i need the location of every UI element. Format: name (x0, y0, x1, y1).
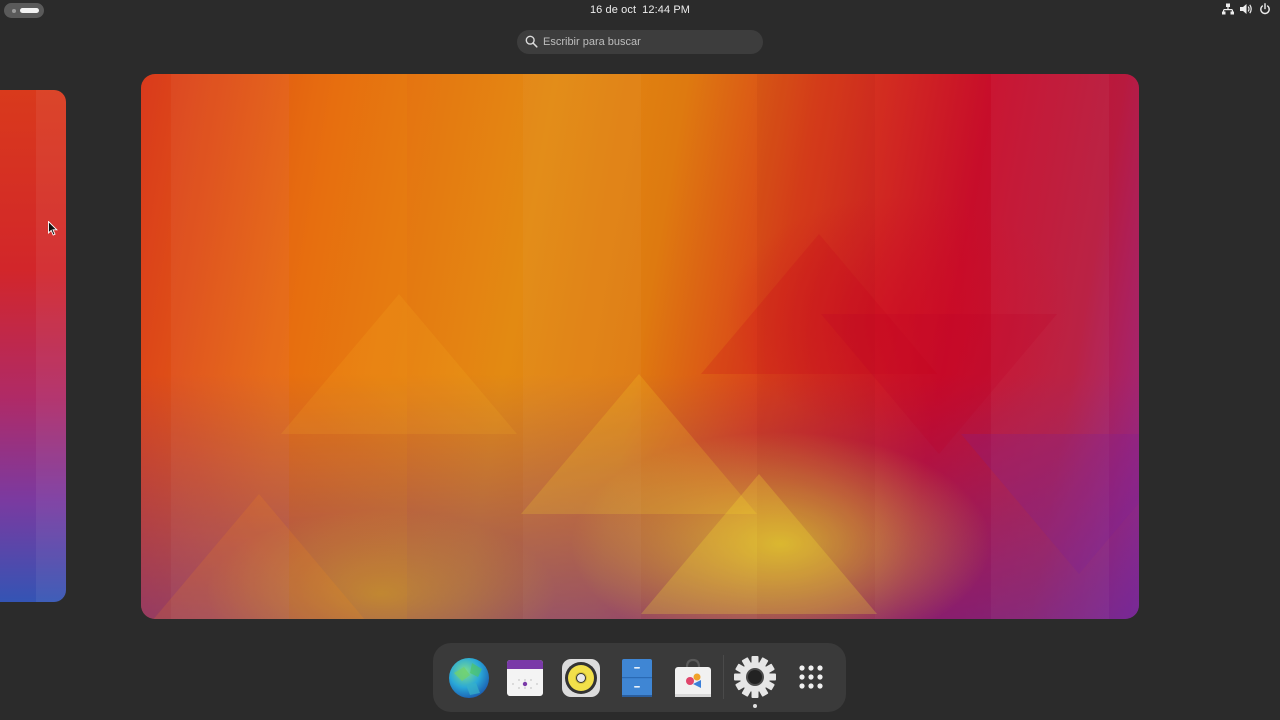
globe-icon (446, 655, 492, 701)
clock-time: 12:44 PM (642, 4, 691, 16)
dash-app-files[interactable] (614, 655, 660, 701)
workspace-thumbnail-previous[interactable] (0, 90, 66, 602)
dash-app-software[interactable] (670, 655, 716, 701)
dash-app-music-player[interactable] (558, 655, 604, 701)
dash-app-web-browser[interactable] (446, 655, 492, 701)
top-bar: 16 de oct 12:44 PM (0, 0, 1280, 22)
app-grid-icon (788, 655, 834, 701)
dash-show-apps-button[interactable] (788, 655, 834, 701)
dash-app-calendar[interactable] (502, 655, 548, 701)
clock-date: 16 de oct (589, 4, 637, 16)
dash (433, 643, 846, 712)
power-icon (1259, 3, 1271, 15)
wallpaper (0, 90, 66, 602)
gear-icon (732, 655, 778, 701)
running-indicator (753, 704, 757, 708)
date-time-clock[interactable]: 16 de oct 12:44 PM (0, 4, 1280, 16)
search-entry[interactable] (517, 30, 763, 54)
search-input[interactable] (543, 30, 753, 54)
wallpaper (141, 74, 1139, 619)
mouse-pointer-icon (48, 220, 58, 241)
speaker-icon (558, 655, 604, 701)
shopping-bag-icon (670, 655, 716, 701)
volume-icon (1240, 3, 1253, 15)
calendar-icon (502, 655, 548, 701)
network-icon (1222, 3, 1234, 15)
workspace-thumbnail-current[interactable] (141, 74, 1139, 619)
search-icon (525, 35, 538, 53)
dash-app-settings[interactable] (732, 655, 778, 708)
system-status-area[interactable] (1222, 3, 1271, 15)
file-cabinet-icon (614, 655, 660, 701)
dash-separator (723, 655, 724, 699)
